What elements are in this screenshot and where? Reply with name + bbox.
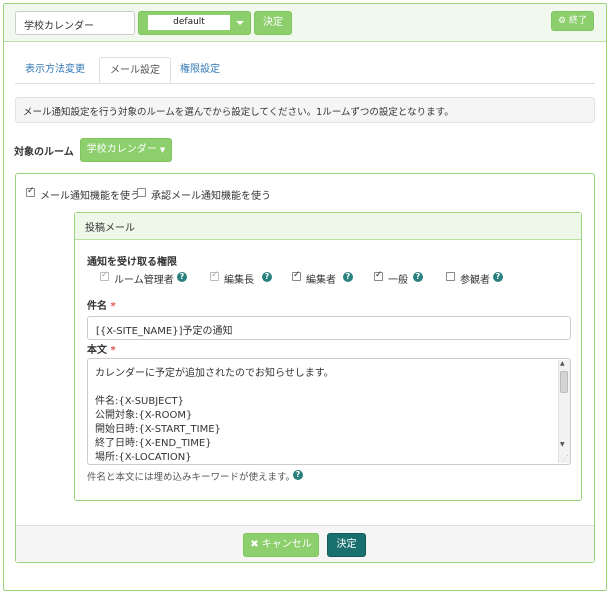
subject-label: 件名 * <box>87 297 116 312</box>
role-editor-label: 編集者 <box>306 275 336 286</box>
help-icon[interactable]: ? <box>343 272 353 282</box>
tab-mail-settings[interactable]: メール設定 <box>99 57 171 84</box>
close-icon: ✖ <box>250 539 259 550</box>
post-mail-heading: 投稿メール <box>75 213 581 240</box>
body-line: 場所:{X-LOCATION} <box>95 452 192 463</box>
help-icon[interactable]: ? <box>493 272 503 282</box>
body-line: 公開対象:{X-ROOM} <box>95 410 193 421</box>
target-room-dropdown[interactable]: 学校カレンダー ▼ <box>80 138 172 162</box>
help-icon[interactable]: ? <box>262 272 272 282</box>
required-mark: * <box>110 345 116 356</box>
approval-notify-label: 承認メール通知機能を使う <box>151 191 271 202</box>
finish-button-label: 終了 <box>568 16 587 26</box>
target-room-label: 対象のルーム <box>14 147 74 158</box>
subject-input[interactable]: [{X-SITE_NAME}]予定の通知 <box>87 316 571 340</box>
role-general-label: 一般 <box>388 275 408 286</box>
tabs-divider <box>15 83 595 84</box>
body-line: 終了日時:{X-END_TIME} <box>95 438 212 449</box>
role-observer-label: 参観者 <box>460 275 490 286</box>
role-room-admin-checkbox[interactable] <box>100 270 109 281</box>
cancel-button[interactable]: ✖ キャンセル <box>243 533 319 557</box>
gear-icon: ⚙ <box>558 16 567 26</box>
chevron-down-icon: ▼ <box>159 146 166 154</box>
body-textarea[interactable]: カレンダーに予定が追加されたのでお知らせします。 件名:{X-SUBJECT} … <box>87 358 571 465</box>
body-label: 本文 * <box>87 341 116 356</box>
body-scrollbar-thumb[interactable] <box>560 371 568 393</box>
notice-message: メール通知設定を行う対象のルームを選んでから設定してください。1ルームずつの設定… <box>15 97 595 123</box>
resize-handle-icon[interactable]: ⋰ <box>562 454 569 462</box>
role-room-admin-label: ルーム管理者 <box>114 275 174 286</box>
mail-notify-label: メール通知機能を使う <box>40 191 140 202</box>
role-chief-editor-label: 編集長 <box>224 275 254 286</box>
role-editor-checkbox[interactable] <box>292 270 301 281</box>
target-room-value: 学校カレンダー <box>86 144 157 155</box>
role-general-checkbox[interactable] <box>374 270 383 281</box>
scroll-up-icon[interactable]: ▲ <box>560 360 565 367</box>
roles-heading: 通知を受け取る権限 <box>87 257 177 268</box>
keyword-hint: 件名と本文には埋め込みキーワードが使えます。 <box>87 469 295 483</box>
approval-notify-checkbox[interactable] <box>137 188 146 197</box>
role-chief-editor-checkbox[interactable] <box>210 270 219 281</box>
scroll-down-icon[interactable]: ▼ <box>560 441 565 448</box>
keyword-hint-text: 件名と本文には埋め込みキーワードが使えます。 <box>87 472 296 483</box>
body-line: カレンダーに予定が追加されたのでお知らせします。 <box>95 368 334 379</box>
chevron-down-icon <box>236 21 244 25</box>
mail-notify-checkbox[interactable] <box>26 186 35 197</box>
required-mark: * <box>110 301 116 312</box>
frame-title-input[interactable]: 学校カレンダー <box>15 11 135 35</box>
cancel-button-label: キャンセル <box>261 539 312 550</box>
help-icon[interactable]: ? <box>177 272 187 282</box>
body-line: 件名:{X-SUBJECT} <box>95 396 184 407</box>
help-icon[interactable]: ? <box>413 272 423 282</box>
frame-style-select-value: default <box>148 15 230 30</box>
finish-button[interactable]: ⚙ 終了 <box>551 11 594 31</box>
header-decide-button[interactable]: 決定 <box>254 11 292 35</box>
role-observer-checkbox[interactable] <box>446 272 455 281</box>
body-line: 開始日時:{X-START_TIME} <box>95 424 221 435</box>
tab-permission-settings[interactable]: 権限設定 <box>170 57 230 84</box>
decide-button[interactable]: 決定 <box>327 533 366 557</box>
subject-label-text: 件名 <box>87 301 107 312</box>
body-label-text: 本文 <box>87 345 107 356</box>
help-icon[interactable]: ? <box>293 470 303 480</box>
tab-display-method[interactable]: 表示方法変更 <box>15 57 95 84</box>
